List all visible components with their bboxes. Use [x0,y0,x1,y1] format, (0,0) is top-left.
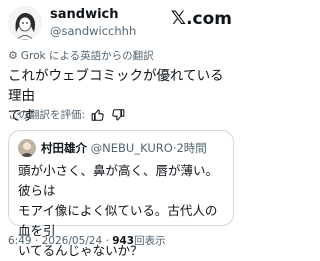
tweet-time: 6:49 [8,235,32,247]
quoted-time: 2時間 [176,141,207,155]
translation-notice: ⚙ Grok による英語からの翻訳 [8,49,154,63]
x-logo: 𝕏.com [170,7,232,29]
quoted-avatar [18,139,36,157]
meta-separator: · [105,235,109,247]
quoted-name: 村田雄介 [41,141,87,155]
author-handle[interactable]: @sandwicchhh [50,24,136,38]
grok-translate-icon: ⚙ [8,49,18,62]
rate-translation: この翻訳を評価: [8,108,125,122]
tweet-meta: 6:49 · 2026/05/24 · 943回表示 [8,234,166,248]
thumbs-down-icon[interactable] [111,108,125,122]
quoted-header: 村田雄介 @NEBU_KURO·2時間 [41,140,207,156]
author-avatar[interactable] [8,6,42,40]
x-logo-glyph: 𝕏 [170,7,187,29]
view-label: 回表示 [134,235,166,247]
translation-notice-text: Grok による英語からの翻訳 [20,50,154,62]
rate-translation-label: この翻訳を評価: [8,109,86,121]
meta-separator: · [34,235,39,247]
thumbs-up-icon[interactable] [91,108,105,122]
x-logo-text: .com [186,9,232,29]
author-name[interactable]: sandwich [50,7,119,23]
quoted-tweet[interactable]: 村田雄介 @NEBU_KURO·2時間 頭が小さく、鼻が高く、唇が薄い。彼らは … [8,130,234,258]
tweet-date: 2026/05/24 [41,235,103,247]
quoted-handle: @NEBU_KURO [90,141,173,155]
view-count: 943 [112,235,135,247]
